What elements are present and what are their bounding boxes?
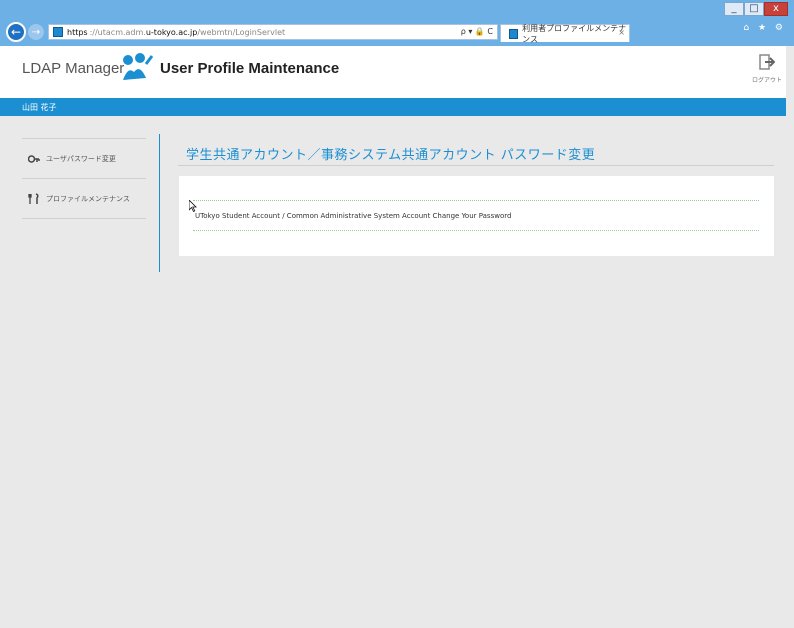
page-title-text: 学生共通アカウント／事務システム共通アカウント パスワード変更 <box>186 148 596 163</box>
sidebar-item-profile-maintenance[interactable]: プロファイルメンテナンス <box>22 179 146 219</box>
maximize-button[interactable]: □ <box>744 2 764 16</box>
app-header: LDAP Manager User Profile Maintenance ログ… <box>0 46 794 98</box>
sidebar-menu: ユーザパスワード変更 プロファイルメンテナンス <box>22 138 146 219</box>
user-name: 山田 花子 <box>22 103 57 112</box>
minimize-button[interactable]: _ <box>724 2 744 16</box>
user-bar: 山田 花子 <box>0 98 794 116</box>
sidebar-item-label: ユーザパスワード変更 <box>46 154 116 163</box>
tab-title: 利用者プロファイルメンテナンス <box>522 23 627 44</box>
url-domain: u-tokyo.ac.jp <box>145 27 198 37</box>
page-scrollbar[interactable] <box>786 46 794 628</box>
browser-toolbar-icons[interactable]: ⌂ ★ ⚙ <box>743 23 786 33</box>
content-panel: UTokyo Student Account / Common Administ… <box>179 176 774 256</box>
site-favicon-icon <box>53 27 63 37</box>
address-bar-icons[interactable]: ρ ▾ 🔒 C <box>461 27 493 36</box>
tab-close-icon[interactable]: × <box>618 28 625 37</box>
browser-titlebar: ← → https ://utacm.adm. u-tokyo.ac.jp /w… <box>0 0 794 46</box>
url-protocol: https <box>67 27 88 37</box>
browser-tab[interactable]: 利用者プロファイルメンテナンス × <box>500 23 630 44</box>
mouse-cursor-icon <box>189 200 197 212</box>
page-title: 学生共通アカウント／事務システム共通アカウント パスワード変更 <box>178 138 774 166</box>
logout-label: ログアウト <box>752 77 783 84</box>
brand-name: LDAP Manager <box>22 60 125 77</box>
tools-icon <box>28 192 39 204</box>
logout-button[interactable]: ログアウト <box>752 54 782 84</box>
change-password-link[interactable]: UTokyo Student Account / Common Administ… <box>195 212 511 220</box>
key-icon <box>28 154 40 163</box>
url-path: /webmtn/LoginServlet <box>197 27 286 37</box>
address-bar[interactable]: https ://utacm.adm. u-tokyo.ac.jp /webmt… <box>48 24 498 40</box>
app-title: User Profile Maintenance <box>160 60 340 77</box>
forward-button[interactable]: → <box>28 24 44 40</box>
bottom-separator <box>193 230 759 231</box>
url-host-prefix: ://utacm.adm. <box>89 27 146 37</box>
logout-icon <box>759 54 776 70</box>
sidebar-item-password-change[interactable]: ユーザパスワード変更 <box>22 139 146 179</box>
sidebar-divider <box>159 134 160 272</box>
ldap-logo-icon <box>123 53 154 80</box>
window-controls: _ □ x <box>724 2 788 16</box>
top-separator <box>193 200 759 201</box>
sidebar: ユーザパスワード変更 プロファイルメンテナンス <box>0 116 160 628</box>
back-button[interactable]: ← <box>6 22 26 42</box>
close-window-button[interactable]: x <box>764 2 788 16</box>
sidebar-item-label: プロファイルメンテナンス <box>46 194 130 203</box>
tab-favicon-icon <box>509 28 519 39</box>
